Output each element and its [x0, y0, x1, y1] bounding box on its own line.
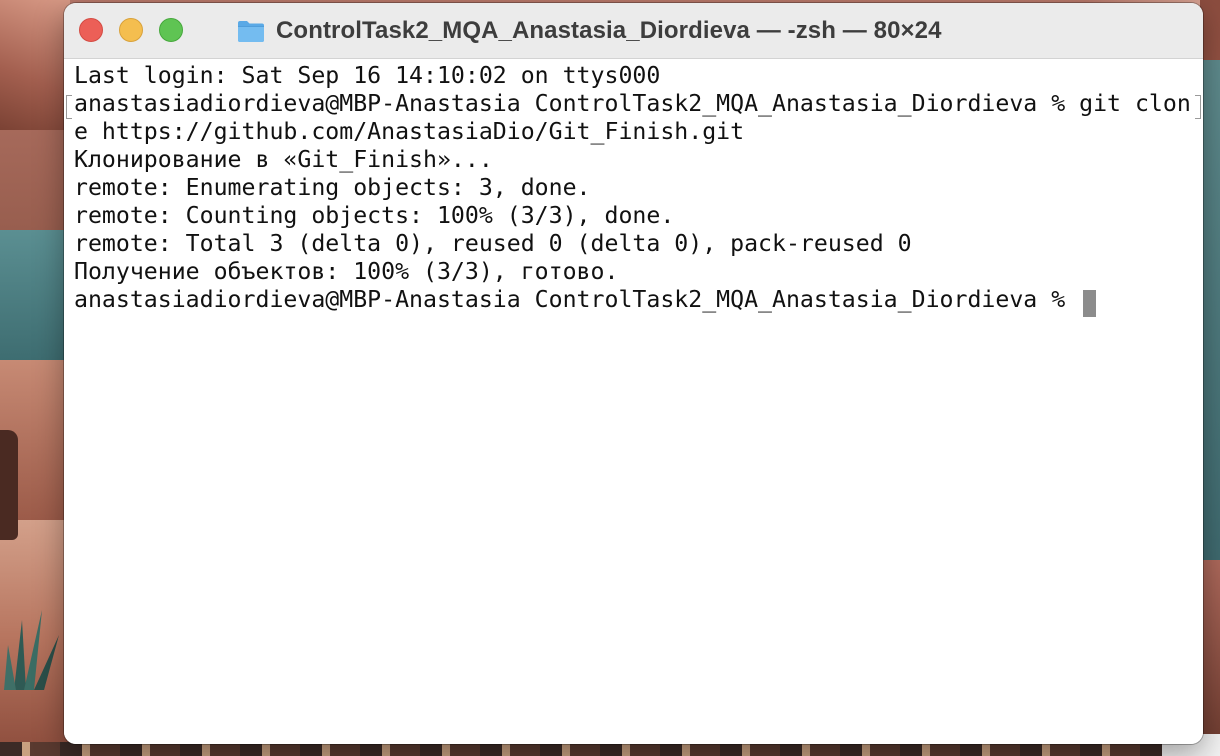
maximize-button[interactable] [159, 18, 183, 42]
wallpaper-shape [1200, 60, 1220, 560]
command-mark-right [1195, 95, 1201, 119]
terminal-line: remote: Total 3 (delta 0), reused 0 (del… [74, 230, 912, 257]
window-title-area: ControlTask2_MQA_Anastasia_Diordieva — -… [236, 15, 942, 47]
wallpaper-shape [0, 0, 70, 130]
terminal-line: Last login: Sat Sep 16 14:10:02 on ttys0… [74, 62, 661, 89]
command-mark-left [66, 95, 72, 119]
folder-icon [238, 21, 264, 42]
minimize-button[interactable] [119, 18, 143, 42]
wallpaper-shape [0, 230, 70, 360]
wallpaper-ground [0, 742, 1220, 756]
window-title: ControlTask2_MQA_Anastasia_Diordieva — -… [276, 17, 942, 44]
wallpaper-vase [0, 430, 18, 540]
terminal-output[interactable]: Last login: Sat Sep 16 14:10:02 on ttys0… [64, 59, 1203, 744]
terminal-line: remote: Counting objects: 100% (3/3), do… [74, 202, 675, 229]
terminal-window[interactable]: ControlTask2_MQA_Anastasia_Diordieva — -… [64, 3, 1203, 744]
terminal-line: e https://github.com/AnastasiaDio/Git_Fi… [74, 118, 745, 145]
window-titlebar[interactable]: ControlTask2_MQA_Anastasia_Diordieva — -… [64, 3, 1203, 59]
wallpaper-plant-icon [4, 610, 59, 690]
close-button[interactable] [79, 18, 103, 42]
terminal-line: Получение объектов: 100% (3/3), готово. [74, 258, 619, 285]
terminal-line: remote: Enumerating objects: 3, done. [74, 174, 591, 201]
terminal-line: Клонирование в «Git_Finish»... [74, 146, 493, 173]
terminal-prompt: anastasiadiordieva@MBP-Anastasia Control… [74, 286, 1080, 313]
terminal-line: anastasiadiordieva@MBP-Anastasia Control… [74, 90, 1191, 117]
terminal-cursor[interactable] [1083, 290, 1096, 317]
